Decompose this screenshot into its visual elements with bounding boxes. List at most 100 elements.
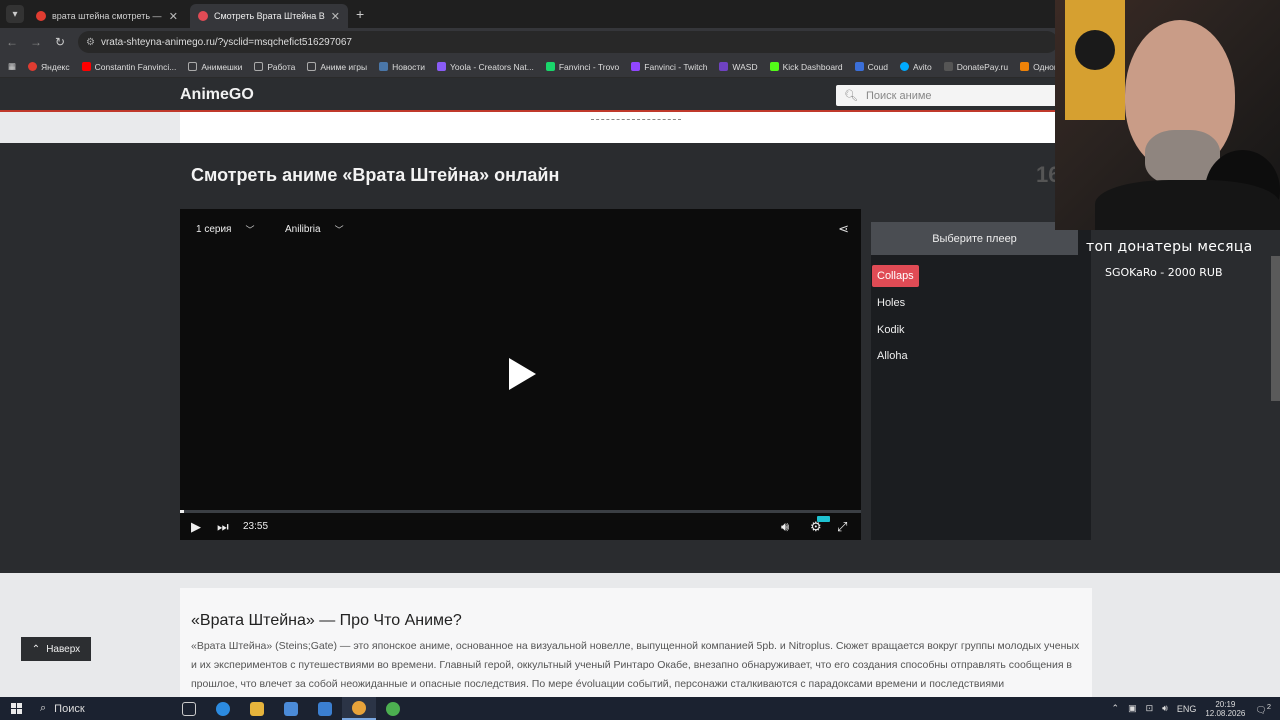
twitch-icon: [631, 62, 641, 71]
hd-badge: [817, 516, 830, 522]
fullscreen-icon[interactable]: ⤢: [837, 519, 847, 535]
bookmark-youtube[interactable]: Constantin Fanvinci...: [81, 62, 176, 72]
bookmark-folder-anime-games[interactable]: Аниме игры: [307, 62, 367, 72]
start-button[interactable]: [0, 703, 32, 714]
trovo-icon: [545, 62, 555, 71]
file-explorer-icon[interactable]: [240, 697, 274, 720]
chevron-down-icon: ﹀: [245, 225, 255, 235]
bookmark-kick[interactable]: Kick Dashboard: [769, 62, 843, 72]
tray-overflow-icon[interactable]: ⌃: [1112, 703, 1120, 714]
bookmark-coud[interactable]: Coud: [854, 62, 888, 72]
bookmark-trovo[interactable]: Fanvinci - Trovo: [545, 62, 619, 72]
info-card: [180, 112, 1092, 143]
reload-icon[interactable]: ↻: [48, 35, 72, 49]
description-title: «Врата Штейна» — Про Что Аниме?: [191, 612, 462, 629]
url-field[interactable]: ⚙ vrata-shteyna-animego.ru/?ysclid=msqch…: [78, 31, 1058, 53]
player-option-kodik[interactable]: Kodik: [877, 324, 905, 336]
vk-icon: [379, 62, 389, 71]
new-tab-button[interactable]: +: [356, 6, 364, 22]
clock[interactable]: 20:19 12.08.2026: [1205, 700, 1245, 718]
browser-tab-2[interactable]: Смотреть Врата Штейна Все Серии ✕: [190, 4, 348, 28]
bookmark-favicon-icon: [28, 62, 38, 71]
search-icon: ⌕: [40, 702, 47, 714]
site-logo[interactable]: AnimeGO: [180, 86, 254, 104]
yandex-favicon-icon: [36, 11, 46, 21]
bookmark-yandex[interactable]: Яндекс: [28, 62, 70, 72]
watch-title: Смотреть аниме «Врата Штейна» онлайн: [191, 165, 560, 185]
yoola-icon: [437, 62, 447, 71]
torrent-icon[interactable]: [376, 697, 410, 720]
volume-icon[interactable]: 🔊︎: [1162, 703, 1168, 714]
page-scrollbar[interactable]: [1271, 256, 1280, 401]
player-option-alloha[interactable]: Alloha: [877, 350, 908, 362]
clock-time: 20:19: [1215, 699, 1236, 709]
site-info-icon[interactable]: ⚙: [86, 37, 95, 48]
bookmark-donatepay[interactable]: DonatePay.ru: [943, 62, 1008, 72]
episode-select[interactable]: 1 серия ﹀: [196, 223, 254, 236]
coud-icon: [854, 62, 864, 71]
top-donator-entry: SGOKaRo - 2000 RUB: [1105, 266, 1223, 279]
language-indicator[interactable]: ENG: [1177, 704, 1197, 714]
progress-fill: [180, 510, 184, 513]
back-to-top-button[interactable]: ⌃ Наверх: [21, 637, 91, 661]
duration-text: 23:55: [243, 521, 269, 532]
apps-grid-icon[interactable]: ▦: [8, 61, 16, 72]
youtube-icon: [81, 62, 91, 71]
bookmark-avito[interactable]: Avito: [899, 62, 932, 72]
forward-icon[interactable]: →: [24, 35, 48, 49]
system-tray: ⌃ ▣ ⊡ 🔊︎ ENG 20:19 12.08.2026 🗨︎2: [1112, 697, 1280, 720]
play-icon[interactable]: ▶: [191, 519, 201, 535]
folder-icon: [307, 62, 317, 71]
choose-player-button[interactable]: Выберите плеер: [871, 222, 1078, 255]
back-icon[interactable]: ←: [0, 35, 24, 49]
search-icon: 🔍︎: [844, 90, 858, 102]
player-option-collaps[interactable]: Collaps: [872, 265, 919, 287]
chevron-down-icon: ﹀: [334, 225, 344, 235]
bookmark-folder-animeshki[interactable]: Анимешки: [188, 62, 242, 72]
store-icon[interactable]: [274, 697, 308, 720]
bookmark-vk-news[interactable]: Новости: [379, 62, 425, 72]
episode-label: 1 серия: [196, 224, 232, 235]
app-tray-icon[interactable]: ▣: [1128, 703, 1137, 714]
browser-tab-1[interactable]: врата штейна смотреть — Яндекс ✕: [28, 4, 186, 28]
chevron-up-icon: ⌃: [31, 643, 41, 655]
mail-icon[interactable]: [308, 697, 342, 720]
network-icon[interactable]: ⊡: [1146, 703, 1154, 714]
donatepay-icon: [943, 62, 953, 71]
folder-icon: [188, 62, 198, 71]
odnoklassniki-icon: [1020, 62, 1030, 71]
notifications-icon[interactable]: 🗨︎2: [1255, 702, 1271, 716]
close-tab-icon[interactable]: ✕: [331, 10, 340, 23]
streamer-shirt: [1095, 180, 1280, 230]
kick-icon: [769, 62, 779, 71]
player-option-holes[interactable]: Holes: [877, 297, 905, 309]
play-large-icon[interactable]: [509, 358, 536, 390]
clock-date: 12.08.2026: [1205, 708, 1246, 718]
webcam-overlay: [1055, 0, 1280, 230]
bookmark-yoola[interactable]: Yoola - Creators Nat...: [437, 62, 534, 72]
progress-bar[interactable]: [180, 510, 861, 513]
taskbar-search-label: Поиск: [54, 702, 85, 715]
taskbar-search[interactable]: ⌕ Поиск: [32, 697, 172, 720]
video-player[interactable]: 1 серия ﹀ Anilibria ﹀ ⋖ ▶ ⏭ 23:55 🔊︎ ⚙ ⤢: [180, 209, 861, 540]
search-placeholder: Поиск аниме: [865, 89, 932, 102]
notification-count: 2: [1266, 701, 1271, 711]
tab-search-button[interactable]: ▾: [6, 5, 24, 23]
edge-icon[interactable]: [206, 697, 240, 720]
next-episode-icon[interactable]: ⏭: [217, 519, 229, 535]
dashed-divider: [591, 119, 681, 120]
dub-select[interactable]: Anilibria ﹀: [285, 223, 344, 236]
dub-label: Anilibria: [285, 224, 321, 235]
bookmark-wasd[interactable]: WASD: [719, 62, 758, 72]
windows-taskbar: ⌕ Поиск ⌃ ▣ ⊡ 🔊︎ ENG 20:19 12.08.2026 🗨︎…: [0, 697, 1280, 720]
chrome-icon[interactable]: [342, 697, 376, 720]
task-view-icon[interactable]: [172, 697, 206, 720]
close-tab-icon[interactable]: ✕: [169, 10, 178, 23]
bookmark-folder-rabota[interactable]: Работа: [254, 62, 295, 72]
tab-title: врата штейна смотреть — Яндекс: [52, 11, 163, 21]
description-text: «Врата Штейна» (Steins;Gate) — это японс…: [191, 640, 1080, 690]
share-icon[interactable]: ⋖: [838, 221, 849, 237]
bookmark-twitch[interactable]: Fanvinci - Twitch: [631, 62, 707, 72]
site-search-input[interactable]: 🔍︎ Поиск аниме: [836, 85, 1066, 106]
volume-icon[interactable]: 🔊︎: [781, 519, 789, 535]
